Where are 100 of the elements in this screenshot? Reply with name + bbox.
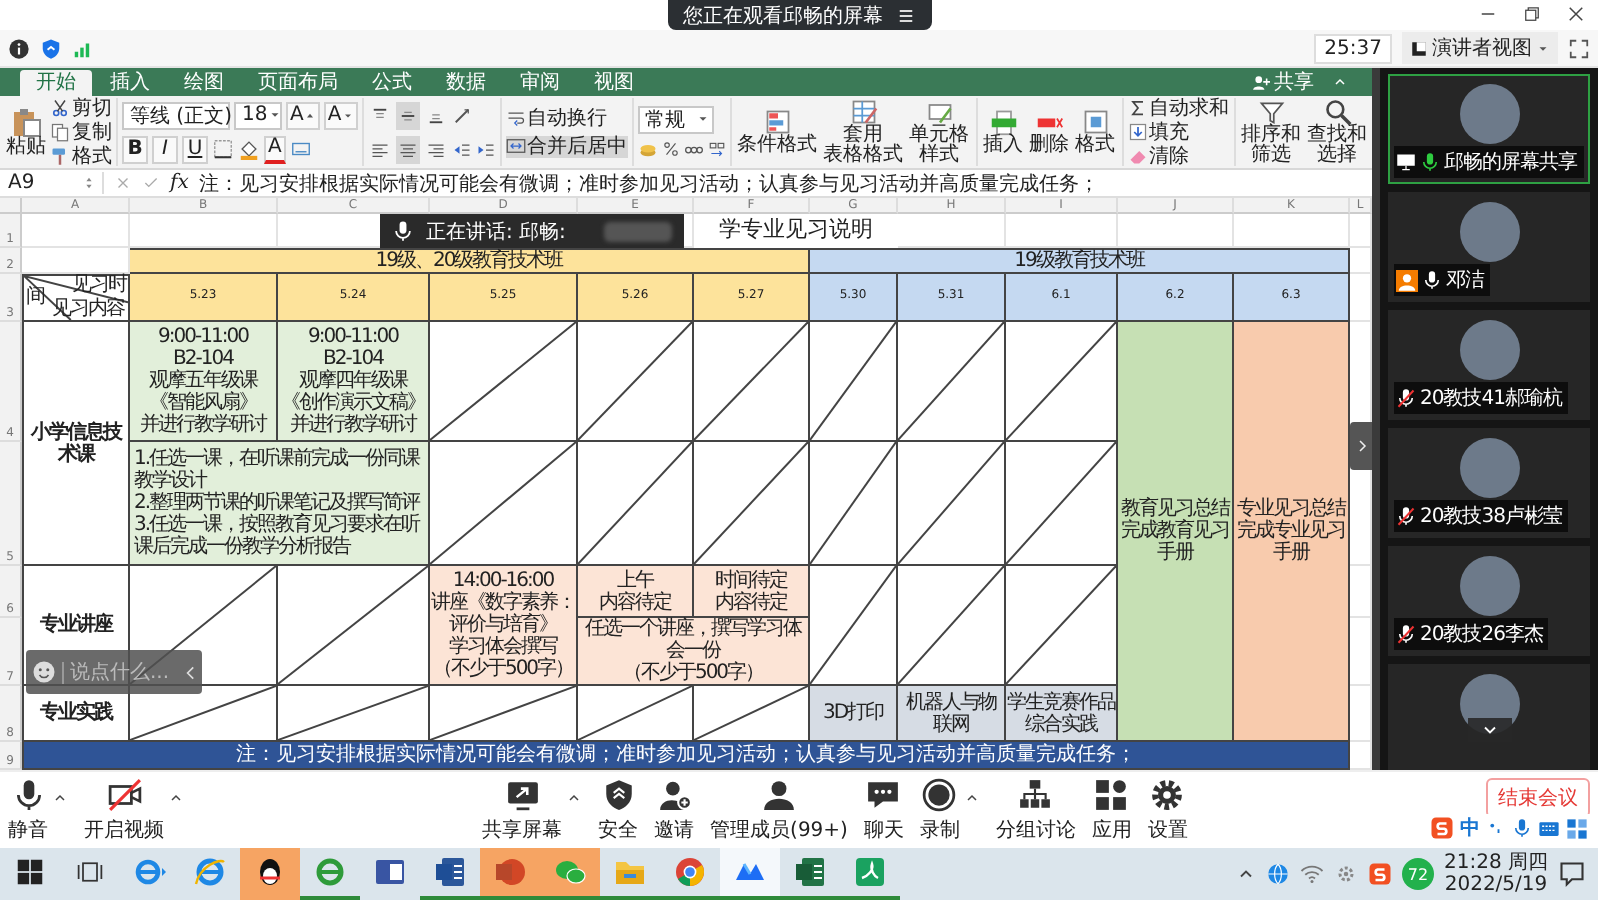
border-icon[interactable] bbox=[212, 138, 234, 160]
caret-icon[interactable] bbox=[168, 790, 184, 806]
font-color-button[interactable]: A bbox=[264, 135, 286, 163]
ribbon-tab[interactable]: 绘图 bbox=[168, 70, 240, 96]
input-method-icon[interactable] bbox=[1368, 862, 1392, 886]
toolbar-button[interactable]: 分组讨论 bbox=[995, 777, 1076, 843]
toolbar-button[interactable]: 安全 bbox=[598, 777, 639, 843]
toolbar-button[interactable]: 共享屏幕 bbox=[482, 777, 563, 843]
toolbar-button[interactable]: 邀请 bbox=[654, 777, 695, 843]
ribbon-button[interactable]: 填充 bbox=[1127, 121, 1230, 143]
decimal-icon[interactable] bbox=[707, 140, 726, 158]
toolbar-button[interactable]: 应用 bbox=[1091, 777, 1132, 843]
input-mode[interactable]: 中 bbox=[1460, 814, 1480, 842]
table-cell: 专业见习总结 完成专业见习 手册 bbox=[1234, 322, 1350, 742]
toolbar-button[interactable]: 聊天 bbox=[863, 777, 904, 843]
ribbon-tab[interactable]: 开始 bbox=[20, 70, 92, 96]
ribbon-tab[interactable]: 公式 bbox=[356, 70, 428, 96]
wifi-icon[interactable] bbox=[1300, 862, 1324, 886]
font-size-button[interactable]: A bbox=[323, 101, 358, 129]
ribbon-button[interactable]: 剪切 bbox=[50, 97, 112, 119]
smiley-icon[interactable] bbox=[32, 660, 56, 684]
input-method-icon[interactable] bbox=[1430, 816, 1454, 840]
gear-icon[interactable] bbox=[1334, 862, 1358, 886]
number-format-dropdown[interactable]: 常规 bbox=[637, 105, 714, 133]
view-button[interactable]: 演讲者视图 bbox=[1402, 32, 1558, 64]
restore-icon[interactable] bbox=[1522, 4, 1542, 24]
font-dropdown[interactable]: 等线 (正文) bbox=[122, 101, 230, 129]
align-button[interactable] bbox=[395, 101, 420, 129]
ribbon-button[interactable]: 格式 bbox=[50, 145, 112, 167]
format-button[interactable]: U bbox=[182, 135, 208, 163]
avatar bbox=[1459, 438, 1519, 498]
orientation-icon[interactable] bbox=[451, 105, 472, 125]
name-box[interactable]: A9 bbox=[8, 172, 104, 194]
share-button[interactable]: 共享 bbox=[1252, 68, 1314, 96]
info-icon[interactable] bbox=[8, 37, 30, 59]
video-tile[interactable]: 20教技38卢彬莹 bbox=[1388, 428, 1590, 538]
ribbon-tab[interactable]: 插入 bbox=[94, 70, 166, 96]
fill-color-icon[interactable] bbox=[238, 138, 260, 160]
ribbon-button[interactable]: 清除 bbox=[1127, 145, 1230, 167]
grid-icon[interactable] bbox=[1566, 817, 1588, 839]
keyboard-icon[interactable] bbox=[1538, 817, 1560, 839]
ribbon-button[interactable]: 自动求和 bbox=[1127, 97, 1230, 119]
microphone-icon bbox=[11, 777, 45, 811]
indent-increase-icon[interactable] bbox=[475, 139, 496, 159]
wrap-text-button[interactable]: 自动换行 bbox=[505, 107, 628, 129]
ribbon-button[interactable]: 删除 bbox=[1027, 108, 1072, 156]
ribbon-tab[interactable]: 页面布局 bbox=[242, 70, 354, 96]
toolbar-button[interactable]: 录制 bbox=[919, 777, 960, 843]
ribbon-tab[interactable]: 数据 bbox=[430, 70, 502, 96]
collapse-button[interactable] bbox=[1350, 422, 1372, 470]
format-button[interactable]: I bbox=[152, 135, 178, 163]
merge-button[interactable]: 合并后居中 bbox=[505, 135, 628, 157]
ribbon-button[interactable]: 插入 bbox=[981, 108, 1026, 156]
shield-icon[interactable] bbox=[40, 37, 62, 59]
caret-icon[interactable] bbox=[566, 790, 583, 806]
close-icon[interactable] bbox=[1566, 4, 1586, 24]
ribbon-button[interactable]: 条件格式 bbox=[735, 108, 820, 156]
ribbon-button[interactable]: 单元格 样式 bbox=[907, 98, 972, 166]
toolbar-button[interactable]: 设置 bbox=[1147, 777, 1188, 843]
video-tile[interactable]: 邓洁 bbox=[1388, 192, 1590, 302]
font-size-dropdown[interactable]: 18 bbox=[234, 101, 282, 129]
ribbon-tab[interactable]: 审阅 bbox=[504, 70, 576, 96]
ribbon-button[interactable]: 排序和 筛选 bbox=[1239, 98, 1304, 166]
align-right-icon bbox=[425, 139, 446, 159]
spreadsheet-app-icon bbox=[794, 856, 826, 888]
chat-field[interactable]: 说点什么... bbox=[62, 661, 176, 683]
formula-input[interactable]: 注：见习安排根据实际情况可能会有微调；准时参加见习活动；认真参与见习活动并高质量完成任务； bbox=[198, 169, 1099, 197]
function-button[interactable]: fx bbox=[170, 172, 189, 194]
task-view-icon[interactable] bbox=[76, 858, 104, 886]
caret-icon[interactable] bbox=[52, 790, 68, 806]
globe-icon[interactable] bbox=[1266, 862, 1290, 886]
menu-icon[interactable] bbox=[895, 5, 915, 25]
ribbon-button[interactable]: 套用 表格格式 bbox=[821, 98, 906, 166]
taskbar-button[interactable] bbox=[240, 848, 300, 900]
fullscreen-icon[interactable] bbox=[1568, 37, 1590, 59]
percent-icon[interactable] bbox=[661, 140, 680, 158]
video-tile[interactable]: 邱畅的屏幕共享 bbox=[1388, 74, 1590, 184]
table-cell: 机器人与物联网 bbox=[898, 686, 1006, 742]
windows-icon[interactable] bbox=[16, 858, 44, 886]
video-tile[interactable]: 20教技41郝瑜杭 bbox=[1388, 310, 1590, 420]
phonetic-icon[interactable] bbox=[289, 138, 312, 160]
ribbon-button[interactable]: 复制 bbox=[50, 121, 112, 143]
align-button[interactable] bbox=[395, 135, 420, 163]
toolbar-button[interactable]: 管理成员(99+) bbox=[710, 777, 848, 843]
ribbon-tab[interactable]: 视图 bbox=[578, 70, 650, 96]
video-tile[interactable]: 20教技26李杰 bbox=[1388, 546, 1590, 656]
ribbon-button[interactable]: 格式 bbox=[1073, 108, 1118, 156]
format-button[interactable]: B bbox=[122, 135, 148, 163]
ribbon-button[interactable]: 查找和 选择 bbox=[1305, 98, 1370, 166]
microphone-icon[interactable] bbox=[1512, 818, 1532, 838]
indent-decrease-icon[interactable] bbox=[451, 139, 472, 159]
paste-button[interactable]: 粘贴 bbox=[4, 106, 48, 158]
notification-icon[interactable] bbox=[1558, 860, 1586, 888]
check-icon[interactable] bbox=[142, 174, 160, 192]
chat-bar[interactable]: 说点什么... bbox=[26, 650, 202, 694]
font-size-button[interactable]: A bbox=[286, 101, 320, 129]
caret-icon[interactable] bbox=[963, 790, 980, 806]
toolbar-button[interactable]: 静音 bbox=[8, 777, 48, 843]
toolbar-button[interactable]: 开启视频 bbox=[84, 777, 164, 843]
collapse-icon[interactable] bbox=[1332, 74, 1348, 90]
